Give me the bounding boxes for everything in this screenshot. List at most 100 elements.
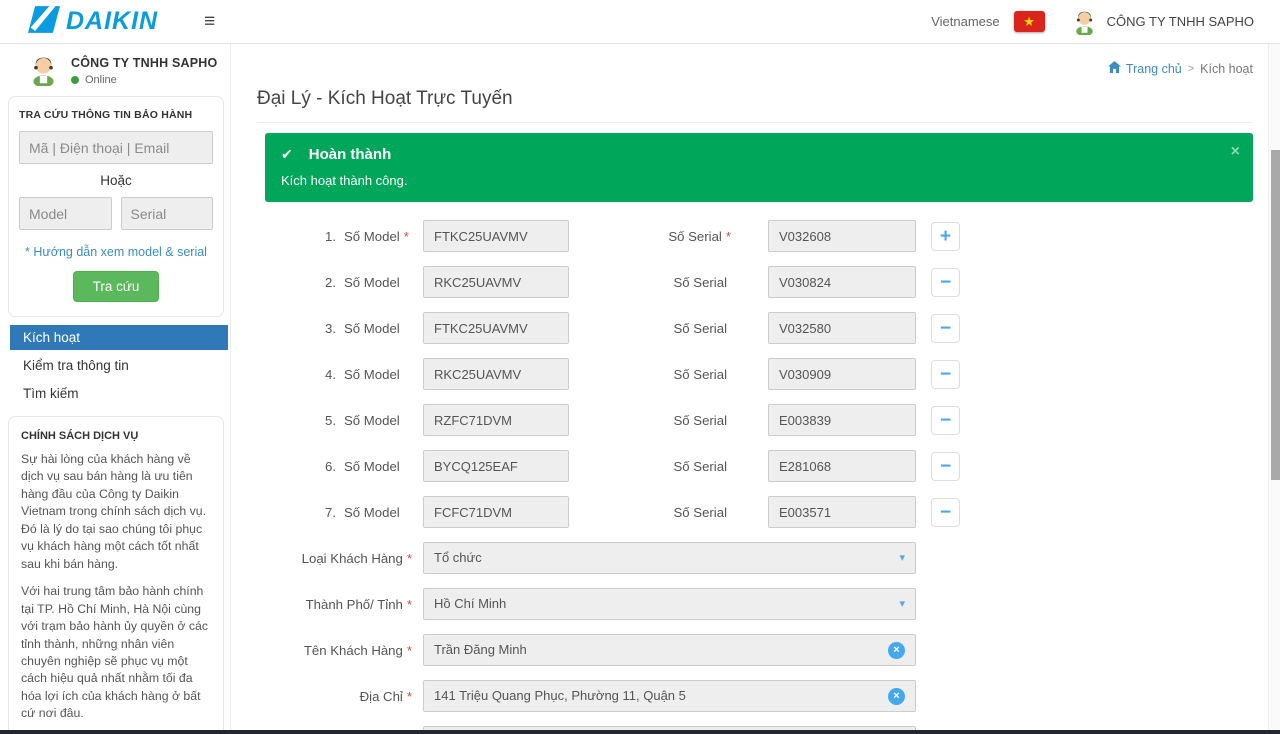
- service-policy-card: CHÍNH SÁCH DỊCH VỤ Sự hài lòng của khách…: [8, 416, 224, 734]
- serial-input[interactable]: [768, 404, 916, 436]
- model-input[interactable]: [423, 496, 569, 528]
- sidebar-user-name: CÔNG TY TNHH SAPHO: [71, 53, 217, 70]
- row-index: 2.: [325, 275, 336, 290]
- model-input[interactable]: [423, 266, 569, 298]
- product-row: 4. Số Model Số Serial −: [257, 358, 1253, 390]
- field-label: Thành Phố/ Tỉnh: [306, 597, 403, 612]
- model-label: Số Model: [344, 275, 400, 290]
- sidebar-user-panel: CÔNG TY TNHH SAPHO Online: [0, 44, 230, 94]
- serial-input[interactable]: [768, 358, 916, 390]
- model-input[interactable]: [423, 404, 569, 436]
- chevron-down-icon[interactable]: ▾: [899, 589, 905, 619]
- product-row: 2.Số Model Số Serial −: [257, 266, 1253, 298]
- daikin-logo[interactable]: DAIKIN: [28, 6, 158, 38]
- sidebar: CÔNG TY TNHH SAPHO Online TRA CỨU THÔNG …: [0, 44, 231, 734]
- sidebar-item-kích-hoạt[interactable]: Kích hoạt: [10, 325, 228, 350]
- field-value: Trần Đăng Minh: [434, 635, 880, 665]
- model-input[interactable]: [423, 312, 569, 344]
- remove-row-button[interactable]: −: [931, 268, 960, 297]
- input-t-n-kh-ch-h-ng[interactable]: Trần Đăng Minh ×: [423, 634, 916, 666]
- model-input[interactable]: [423, 450, 569, 482]
- serial-label: Số Serial: [668, 229, 722, 244]
- policy-title: CHÍNH SÁCH DỊCH VỤ: [21, 430, 211, 442]
- row-index: 1.: [325, 229, 336, 244]
- remove-row-button[interactable]: −: [931, 498, 960, 527]
- model-input[interactable]: [423, 358, 569, 390]
- breadcrumb-current: Kích hoạt: [1200, 62, 1253, 76]
- required-star: *: [407, 689, 412, 704]
- brand-text: DAIKIN: [66, 7, 158, 36]
- row-index: 4.: [325, 367, 336, 382]
- scrollbar-thumb[interactable]: [1271, 150, 1280, 480]
- remove-row-button[interactable]: −: [931, 360, 960, 389]
- field-label: Loại Khách Hàng: [302, 551, 403, 566]
- row-index: 6.: [325, 459, 336, 474]
- serial-label: Số Serial: [673, 505, 727, 520]
- product-rows: 1.Số Model* Số Serial* + 2.Số Model Số S…: [257, 220, 1253, 528]
- sidebar-nav: Kích hoạt Kiểm tra thông tin Tìm kiếm: [0, 325, 230, 406]
- serial-input[interactable]: [768, 220, 916, 252]
- policy-paragraph: Với hai trung tâm bảo hành chính tại TP.…: [21, 583, 211, 723]
- online-status: Online: [71, 74, 217, 86]
- clear-icon[interactable]: ×: [888, 642, 905, 659]
- product-row: 7.Số Model Số Serial −: [257, 496, 1253, 528]
- remove-row-button[interactable]: −: [931, 452, 960, 481]
- or-label: Hoặc: [19, 173, 213, 188]
- menu-toggle-icon[interactable]: ≡: [204, 11, 215, 33]
- serial-label: Số Serial: [673, 367, 727, 382]
- avatar: [27, 53, 60, 86]
- product-row: 1.Số Model* Số Serial* +: [257, 220, 1253, 252]
- serial-input[interactable]: [768, 312, 916, 344]
- row-index: 3.: [325, 321, 336, 336]
- serial-search-input[interactable]: [121, 197, 214, 230]
- close-icon[interactable]: ×: [1231, 144, 1240, 160]
- model-label: Số Model: [344, 367, 400, 382]
- select-lo-i-kh-ch-h-ng[interactable]: Tổ chức ▾: [423, 542, 916, 574]
- model-label: Số Model: [344, 459, 400, 474]
- customer-field-row: Loại Khách Hàng* Tổ chức ▾: [257, 542, 1253, 574]
- breadcrumb-home-link[interactable]: Trang chủ: [1108, 61, 1182, 76]
- remove-row-button[interactable]: −: [931, 406, 960, 435]
- required-star: *: [407, 597, 412, 612]
- alert-message: Kích hoạt thành công.: [281, 173, 1237, 188]
- product-row: 3.Số Model Số Serial −: [257, 312, 1253, 344]
- model-input[interactable]: [423, 220, 569, 252]
- code-phone-email-input[interactable]: [19, 131, 213, 164]
- serial-input[interactable]: [768, 496, 916, 528]
- check-icon: ✔: [281, 146, 293, 163]
- top-header: DAIKIN ≡ Vietnamese ★ CÔNG TY TNHH SAPHO: [0, 0, 1280, 44]
- warranty-search-card: TRA CỨU THÔNG TIN BẢO HÀNH Hoặc * Hướng …: [8, 96, 224, 317]
- activation-form: 1. Số Model * Số Serial * + 2. Số Model Số S…: [257, 220, 1253, 734]
- field-value: 141 Triệu Quang Phục, Phường 11, Quận 5: [434, 681, 880, 711]
- input--a-ch-[interactable]: 141 Triệu Quang Phục, Phường 11, Quận 5 …: [423, 680, 916, 712]
- clear-icon[interactable]: ×: [888, 688, 905, 705]
- sidebar-item-tìm-kiếm[interactable]: Tìm kiếm: [10, 381, 228, 406]
- product-row: 5.Số Model Số Serial −: [257, 404, 1253, 436]
- add-row-button[interactable]: +: [931, 222, 960, 251]
- serial-label: Số Serial: [673, 321, 727, 336]
- serial-label: Số Serial: [673, 413, 727, 428]
- model-search-input[interactable]: [19, 197, 112, 230]
- remove-row-button[interactable]: −: [931, 314, 960, 343]
- vertical-scrollbar[interactable]: [1268, 44, 1280, 734]
- online-dot-icon: [71, 76, 79, 84]
- chevron-down-icon[interactable]: ▾: [899, 543, 905, 573]
- product-row: 6. Số Model Số Serial −: [257, 450, 1253, 482]
- field-label: Địa Chỉ: [360, 689, 403, 704]
- language-label[interactable]: Vietnamese: [931, 14, 999, 29]
- required-star: *: [404, 229, 409, 244]
- model-serial-guide-link[interactable]: * Hướng dẫn xem model & serial: [19, 245, 213, 259]
- customer-field-row: Thành Phố/ Tỉnh * Hồ Chí Minh ▾: [257, 588, 1253, 620]
- avatar[interactable]: [1071, 8, 1098, 35]
- field-value: Hồ Chí Minh: [434, 589, 891, 619]
- sidebar-item-kiểm-tra-thông-tin[interactable]: Kiểm tra thông tin: [10, 353, 228, 378]
- vietnam-flag-icon[interactable]: ★: [1014, 11, 1045, 32]
- serial-input[interactable]: [768, 266, 916, 298]
- serial-input[interactable]: [768, 450, 916, 482]
- header-user-name[interactable]: CÔNG TY TNHH SAPHO: [1107, 14, 1254, 29]
- select-th-nh-ph-t-nh[interactable]: Hồ Chí Minh ▾: [423, 588, 916, 620]
- search-button[interactable]: Tra cứu: [73, 271, 160, 302]
- breadcrumb: Trang chủ > Kích hoạt: [1108, 61, 1253, 76]
- online-status-label: Online: [85, 74, 117, 86]
- serial-label: Số Serial: [673, 459, 727, 474]
